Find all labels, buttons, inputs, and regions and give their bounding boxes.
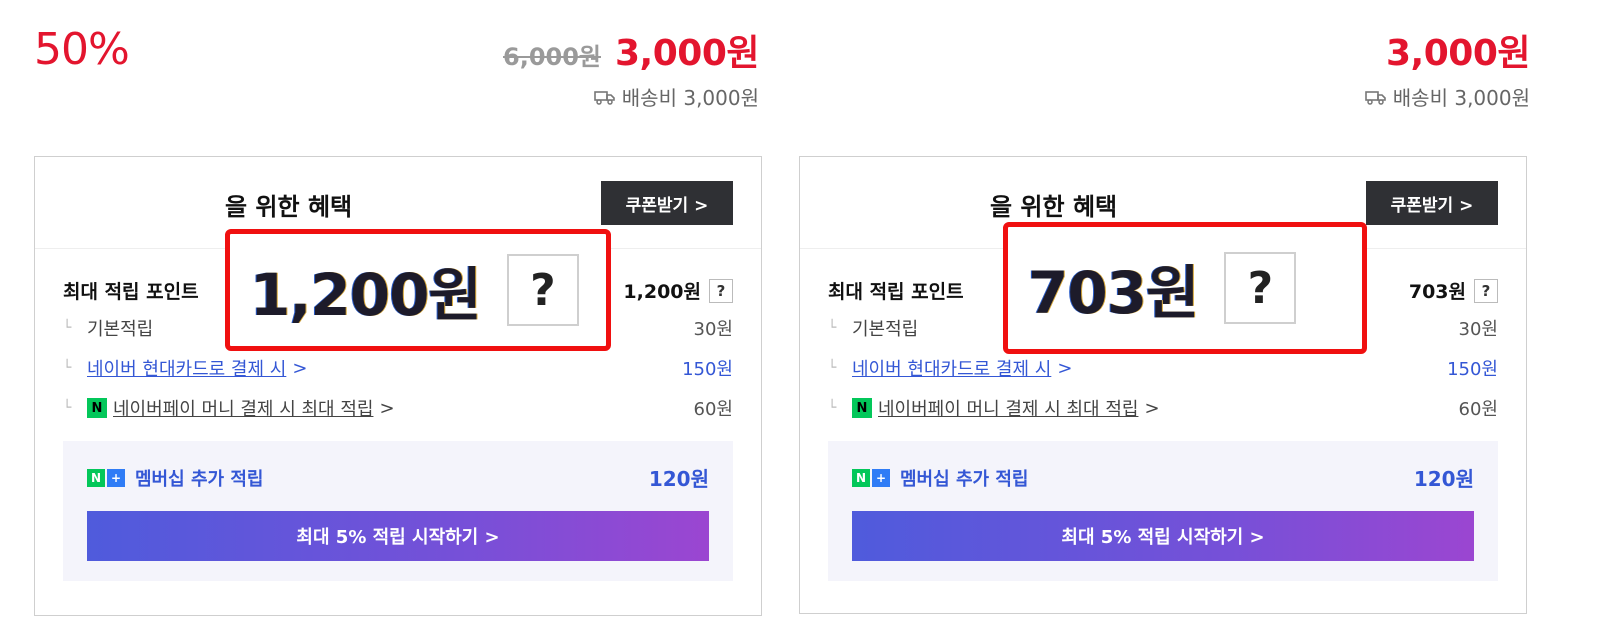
- basic-points-label: 기본적립: [87, 319, 154, 340]
- hyundai-card-link[interactable]: 네이버 현대카드로 결제 시: [852, 355, 1051, 381]
- membership-box: N + 멤버십 추가 적립 120원 최대 5% 적립 시작하기 >: [828, 441, 1498, 581]
- hyundai-card-link[interactable]: 네이버 현대카드로 결제 시: [87, 355, 286, 381]
- naver-plus-icon: N +: [87, 468, 125, 487]
- shipping-text: 배송비 3,000원: [621, 86, 759, 110]
- zoom-callout-right: 703원 ?: [1003, 222, 1367, 354]
- npay-link[interactable]: 네이버페이 머니 결제 시 최대 적립: [113, 395, 373, 421]
- membership-label: 멤버십 추가 적립: [135, 468, 264, 490]
- basic-points-label: 기본적립: [852, 319, 919, 340]
- tree-branch-icon: └: [63, 320, 72, 336]
- naver-n-icon: N: [852, 468, 870, 487]
- hyundai-card-label-group: └ 네이버 현대카드로 결제 시 >: [63, 355, 307, 381]
- basic-points-label-group: └ 기본적립: [828, 315, 918, 341]
- start-membership-button[interactable]: 최대 5% 적립 시작하기 >: [87, 511, 709, 561]
- npay-value: 60원: [1458, 399, 1498, 420]
- left-price-area: 50% 6,000원 3,000원 배송비 3,000원: [0, 0, 765, 130]
- hyundai-card-value: 150원: [1447, 359, 1498, 380]
- naver-n-icon: N: [87, 468, 105, 487]
- basic-points-value: 30원: [693, 319, 733, 340]
- membership-label-group: N + 멤버십 추가 적립: [852, 465, 1028, 491]
- membership-value: 120원: [1413, 467, 1474, 491]
- discount-rate: 50%: [34, 24, 130, 75]
- membership-label-group: N + 멤버십 추가 적립: [87, 465, 263, 491]
- hyundai-card-row: └ 네이버 현대카드로 결제 시 > 150원: [828, 355, 1498, 381]
- help-icon: ?: [1224, 252, 1297, 324]
- tree-branch-icon: └: [828, 400, 837, 416]
- max-points-label: 최대 적립 포인트: [828, 281, 964, 303]
- sale-price: 3,000원: [1386, 33, 1531, 74]
- npay-icon: N: [87, 398, 107, 418]
- benefit-card-left: 을 위한 혜택 쿠폰받기 > 최대 적립 포인트 1,200원 ? └ 기본적립…: [34, 156, 762, 616]
- tree-branch-icon: └: [828, 320, 837, 336]
- shipping-fee: 배송비 3,000원: [593, 82, 759, 111]
- get-coupon-button[interactable]: 쿠폰받기 >: [1366, 181, 1498, 225]
- tree-branch-icon: └: [63, 360, 72, 376]
- chevron-right-icon: >: [292, 357, 308, 379]
- start-membership-button[interactable]: 최대 5% 적립 시작하기 >: [852, 511, 1474, 561]
- shipping-fee: 배송비 3,000원: [1364, 82, 1530, 111]
- price-line: 3,000원: [1386, 24, 1531, 76]
- membership-box: N + 멤버십 추가 적립 120원 최대 5% 적립 시작하기 >: [63, 441, 733, 581]
- membership-label: 멤버십 추가 적립: [900, 468, 1029, 490]
- sale-price: 3,000원: [615, 33, 760, 74]
- npay-value: 60원: [693, 399, 733, 420]
- npay-row: └ N 네이버페이 머니 결제 시 최대 적립 > 60원: [63, 395, 733, 421]
- help-icon[interactable]: ?: [709, 278, 733, 303]
- basic-points-value: 30원: [1458, 319, 1498, 340]
- benefit-title: 을 위한 혜택: [990, 193, 1118, 221]
- hyundai-card-label-group: └ 네이버 현대카드로 결제 시 >: [828, 355, 1072, 381]
- npay-label-group: └ N 네이버페이 머니 결제 시 최대 적립 >: [63, 395, 395, 421]
- zoom-callout-left: 1,200원 ?: [225, 229, 611, 351]
- help-icon[interactable]: ?: [1474, 278, 1498, 303]
- membership-row: N + 멤버십 추가 적립 120원: [852, 463, 1474, 492]
- right-price-area: 3,000원 배송비 3,000원: [800, 0, 1531, 130]
- chevron-right-icon: >: [1144, 397, 1160, 419]
- naver-plus-icon: N +: [852, 468, 890, 487]
- plus-icon: +: [872, 468, 890, 487]
- tree-branch-icon: └: [63, 400, 72, 416]
- benefit-title: 을 위한 혜택: [225, 193, 353, 221]
- hyundai-card-value: 150원: [682, 359, 733, 380]
- hyundai-card-row: └ 네이버 현대카드로 결제 시 > 150원: [63, 355, 733, 381]
- chevron-right-icon: >: [379, 397, 395, 419]
- callout-amount: 703원: [1028, 259, 1199, 327]
- plus-icon: +: [107, 468, 125, 487]
- npay-link[interactable]: 네이버페이 머니 결제 시 최대 적립: [878, 395, 1138, 421]
- npay-label-group: └ N 네이버페이 머니 결제 시 최대 적립 >: [828, 395, 1160, 421]
- get-coupon-button[interactable]: 쿠폰받기 >: [601, 181, 733, 225]
- max-points-value: 703원: [1408, 281, 1466, 303]
- npay-icon: N: [852, 398, 872, 418]
- truck-icon: [593, 90, 615, 105]
- chevron-right-icon: >: [1057, 357, 1073, 379]
- callout-amount: 1,200원: [250, 261, 482, 329]
- shipping-text: 배송비 3,000원: [1392, 86, 1530, 110]
- truck-icon: [1364, 90, 1386, 105]
- price-line: 6,000원 3,000원: [503, 24, 760, 76]
- membership-value: 120원: [648, 467, 709, 491]
- max-points-value: 1,200원: [623, 281, 701, 303]
- npay-row: └ N 네이버페이 머니 결제 시 최대 적립 > 60원: [828, 395, 1498, 421]
- max-points-label: 최대 적립 포인트: [63, 281, 199, 303]
- help-icon: ?: [506, 254, 579, 326]
- membership-row: N + 멤버십 추가 적립 120원: [87, 463, 709, 492]
- original-price: 6,000원: [503, 43, 601, 71]
- max-points-value-group: 1,200원 ?: [623, 277, 733, 304]
- max-points-value-group: 703원 ?: [1409, 277, 1498, 304]
- tree-branch-icon: └: [828, 360, 837, 376]
- basic-points-label-group: └ 기본적립: [63, 315, 153, 341]
